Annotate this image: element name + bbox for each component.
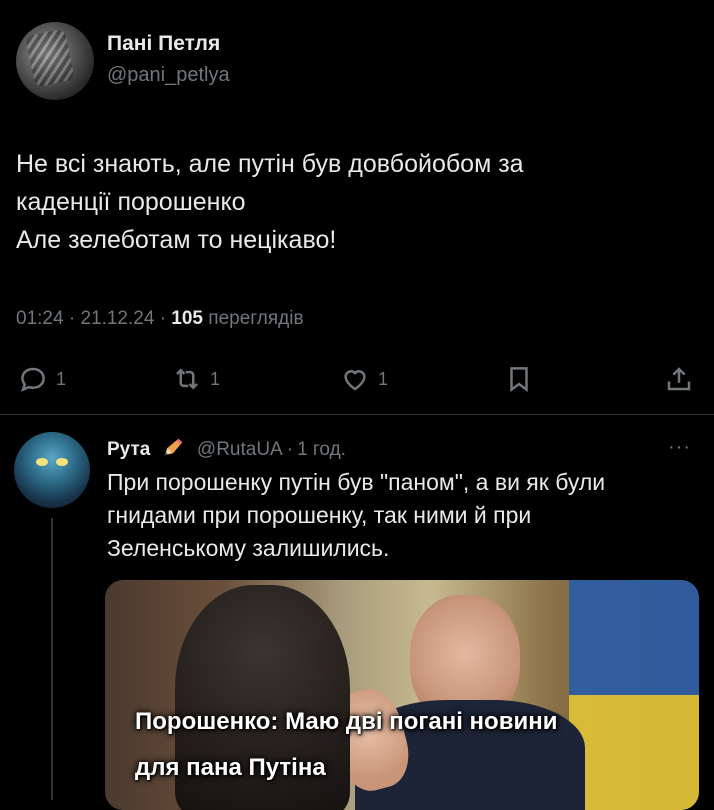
meta-separator: · [68,308,81,329]
tweet-time[interactable]: 01:24 [16,308,64,329]
author-name[interactable]: Пані Петля [107,32,220,56]
avatar-eye [56,458,68,466]
flag-graphic [569,580,699,810]
media-caption-line: Порошенко: Маю дві погані новини [135,708,558,735]
tweet-meta: 01:24 · 21.12.24 · 105 переглядів [16,308,304,330]
retweet-icon [176,368,198,390]
media-caption-line: для пана Путіна [135,754,326,781]
bookmark-button[interactable] [504,360,534,398]
bookmark-icon [510,367,528,393]
reply-button[interactable]: 1 [18,360,66,398]
reply-text-line: гнидами при порошенку, так ними й при [107,502,532,528]
author-handle[interactable]: @pani_petlya [107,64,230,87]
like-button[interactable]: 1 [340,360,388,398]
meta-separator: · [286,439,294,460]
avatar-eye [36,458,48,466]
author-avatar[interactable] [16,22,94,100]
thread-line [51,518,53,800]
views-count: 105 [171,308,203,329]
views-label: переглядів [208,308,304,329]
reply-text: При порошенку путін був "паном", а ви як… [107,466,697,565]
tweet-actions: 1 1 1 [0,360,714,400]
reply-time[interactable]: 1 год. [297,439,346,460]
tweet-text-line: Не всі знають, але путін був довбойобом … [16,150,524,178]
tweet-text-line: каденції порошенко [16,188,246,216]
share-icon [667,367,691,391]
more-options-icon[interactable]: ··· [668,436,691,459]
reply-count: 1 [56,368,67,389]
reply-author-handle[interactable]: @RutaUA [197,439,283,460]
reply-media-image[interactable]: Порошенко: Маю дві погані новини для пан… [105,580,699,810]
tweet-date[interactable]: 21.12.24 [80,308,154,329]
share-button[interactable] [664,360,694,398]
retweet-button[interactable]: 1 [172,360,220,398]
reply-header: Рута @RutaUA · 1 год. [107,436,346,461]
retweet-count: 1 [210,368,221,389]
like-count: 1 [378,368,389,389]
reply-text-line: Зеленському залишились. [107,535,390,561]
reply-icon [20,367,45,392]
tweet-text: Не всі знають, але путін був довбойобом … [16,145,676,259]
heart-icon [344,370,366,391]
meta-separator: · [159,308,172,329]
reply-text-line: При порошенку путін був "паном", а ви як… [107,469,606,495]
pencil-emoji-icon [164,438,182,456]
tweet-text-line: Але зелеботам то нецікаво! [16,226,337,254]
reply-author-name[interactable]: Рута [107,439,150,460]
divider [0,414,714,415]
reply-author-avatar[interactable] [14,432,90,508]
